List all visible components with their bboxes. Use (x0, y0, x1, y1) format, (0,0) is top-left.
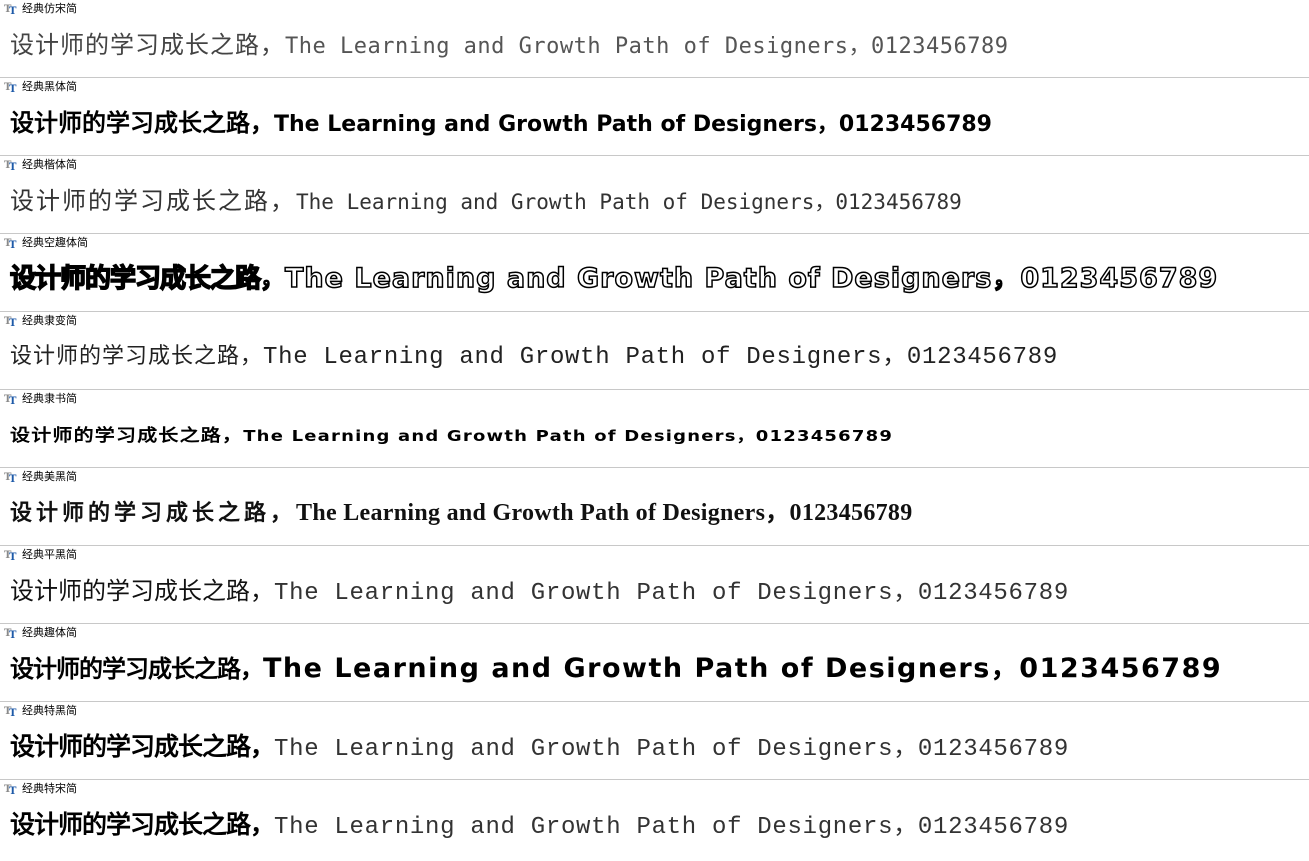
truetype-font-icon: TT (4, 783, 18, 795)
font-row[interactable]: TT 经典隶变简 设计师的学习成长之路，The Learning and Gro… (0, 312, 1309, 390)
sample-chinese-text: 设计师的学习成长之路， (10, 344, 264, 369)
font-name: 经典楷体简 (22, 158, 77, 171)
sample-english-text: The Learning and Growth Path of Designer… (285, 34, 1009, 59)
truetype-font-icon: TT (4, 159, 18, 171)
font-sample: 设计师的学习成长之路，The Learning and Growth Path … (10, 727, 1069, 767)
svg-text:T: T (9, 630, 17, 639)
font-row[interactable]: TT 经典平黑简 设计师的学习成长之路，The Learning and Gro… (0, 546, 1309, 624)
font-row-header: TT 经典隶书简 (4, 392, 77, 406)
sample-english-text: The Learning and Growth Path of Designer… (274, 580, 1069, 607)
font-sample: 设计师的学习成长之路，The Learning and Growth Path … (10, 25, 1009, 65)
sample-english-text: The Learning and Growth Path of Designer… (263, 344, 1058, 371)
sample-english-text: The Learning and Growth Path of Designer… (274, 814, 1069, 841)
font-row-header: TT 经典趣体简 (4, 626, 77, 640)
font-name: 经典黑体简 (22, 80, 77, 93)
font-sample: 设计师的学习成长之路，The Learning and Growth Path … (10, 418, 893, 452)
font-sample: 设计师的学习成长之路，The Learning and Growth Path … (10, 805, 1069, 845)
svg-text:T: T (9, 162, 17, 171)
sample-chinese-text: 设计师的学习成长之路， (10, 810, 275, 839)
font-name: 经典空趣体简 (22, 236, 88, 249)
font-row-header: TT 经典黑体简 (4, 80, 77, 94)
font-row[interactable]: TT 经典空趣体简 设计师的学习成长之路，The Learning and Gr… (0, 234, 1309, 312)
font-sample: 设计师的学习成长之路，The Learning and Growth Path … (10, 337, 1058, 377)
sample-chinese-text: 设计师的学习成长之路， (10, 31, 285, 59)
font-name: 经典趣体简 (22, 626, 77, 639)
truetype-font-icon: TT (4, 3, 18, 15)
font-name: 经典特黑简 (22, 704, 77, 717)
sample-chinese-text: 设计师的学习成长之路， (10, 187, 296, 215)
font-row-header: TT 经典平黑简 (4, 548, 77, 562)
font-row-header: TT 经典仿宋简 (4, 2, 77, 16)
svg-text:T: T (9, 6, 17, 15)
font-row[interactable]: TT 经典趣体简 设计师的学习成长之路，The Learning and Gro… (0, 624, 1309, 702)
font-row-header: TT 经典楷体简 (4, 158, 77, 172)
font-name: 经典仿宋简 (22, 2, 77, 15)
svg-text:T: T (9, 708, 17, 717)
font-sample: 设计师的学习成长之路，The Learning and Growth Path … (10, 493, 913, 533)
svg-text:T: T (9, 786, 17, 795)
font-row[interactable]: TT 经典特黑简 设计师的学习成长之路，The Learning and Gro… (0, 702, 1309, 780)
font-preview-list: TT 经典仿宋简 设计师的学习成长之路，The Learning and Gro… (0, 0, 1309, 858)
font-sample: 设计师的学习成长之路，The Learning and Growth Path … (10, 103, 992, 143)
sample-chinese-text: 设计师的学习成长之路， (10, 732, 275, 761)
sample-english-text: The Learning and Growth Path of Designer… (274, 736, 1069, 763)
sample-chinese-text: 设计师的学习成长之路， (10, 655, 264, 683)
sample-english-text: The Learning and Growth Path of Designer… (284, 262, 1219, 295)
font-sample: 设计师的学习成长之路，The Learning and Growth Path … (10, 649, 1222, 689)
sample-english-text: The Learning and Growth Path of Designer… (296, 190, 962, 214)
sample-chinese-text: 设计师的学习成长之路， (10, 424, 244, 446)
truetype-font-icon: TT (4, 315, 18, 327)
font-row[interactable]: TT 经典特宋简 设计师的学习成长之路，The Learning and Gro… (0, 780, 1309, 858)
truetype-font-icon: TT (4, 705, 18, 717)
font-row-header: TT 经典特宋简 (4, 782, 77, 796)
font-row-header: TT 经典美黑简 (4, 470, 77, 484)
truetype-font-icon: TT (4, 393, 18, 405)
font-name: 经典特宋简 (22, 782, 77, 795)
truetype-font-icon: TT (4, 237, 18, 249)
svg-text:T: T (9, 240, 17, 249)
font-row[interactable]: TT 经典黑体简 设计师的学习成长之路，The Learning and Gro… (0, 78, 1309, 156)
sample-english-text: The Learning and Growth Path of Designer… (263, 653, 1223, 684)
sample-english-text: The Learning and Growth Path of Designer… (274, 112, 992, 137)
svg-text:T: T (9, 396, 17, 405)
font-name: 经典美黑简 (22, 470, 77, 483)
svg-text:T: T (9, 474, 17, 483)
sample-english-text: The Learning and Growth Path of Designer… (243, 427, 894, 446)
sample-chinese-text: 设计师的学习成长之路， (10, 577, 274, 605)
sample-chinese-text: 设计师的学习成长之路， (10, 501, 297, 526)
font-row-header: TT 经典隶变简 (4, 314, 77, 328)
font-row[interactable]: TT 经典美黑简 设计师的学习成长之路，The Learning and Gro… (0, 468, 1309, 546)
sample-chinese-text: 设计师的学习成长之路， (10, 109, 274, 137)
font-sample: 设计师的学习成长之路，The Learning and Growth Path … (9, 259, 1219, 299)
font-row-header: TT 经典空趣体简 (4, 236, 88, 250)
truetype-font-icon: TT (4, 471, 18, 483)
font-name: 经典平黑简 (22, 548, 77, 561)
font-row[interactable]: TT 经典隶书简 设计师的学习成长之路，The Learning and Gro… (0, 390, 1309, 468)
truetype-font-icon: TT (4, 627, 18, 639)
font-row[interactable]: TT 经典仿宋简 设计师的学习成长之路，The Learning and Gro… (0, 0, 1309, 78)
font-name: 经典隶变简 (22, 314, 77, 327)
font-row-header: TT 经典特黑简 (4, 704, 77, 718)
svg-text:T: T (9, 84, 17, 93)
svg-text:T: T (9, 552, 17, 561)
font-name: 经典隶书简 (22, 392, 77, 405)
sample-english-text: The Learning and Growth Path of Designer… (296, 500, 913, 526)
truetype-font-icon: TT (4, 549, 18, 561)
svg-text:T: T (9, 318, 17, 327)
font-sample: 设计师的学习成长之路，The Learning and Growth Path … (10, 181, 962, 221)
sample-chinese-text: 设计师的学习成长之路， (9, 263, 287, 295)
font-row[interactable]: TT 经典楷体简 设计师的学习成长之路，The Learning and Gro… (0, 156, 1309, 234)
font-sample: 设计师的学习成长之路，The Learning and Growth Path … (10, 571, 1069, 611)
truetype-font-icon: TT (4, 81, 18, 93)
